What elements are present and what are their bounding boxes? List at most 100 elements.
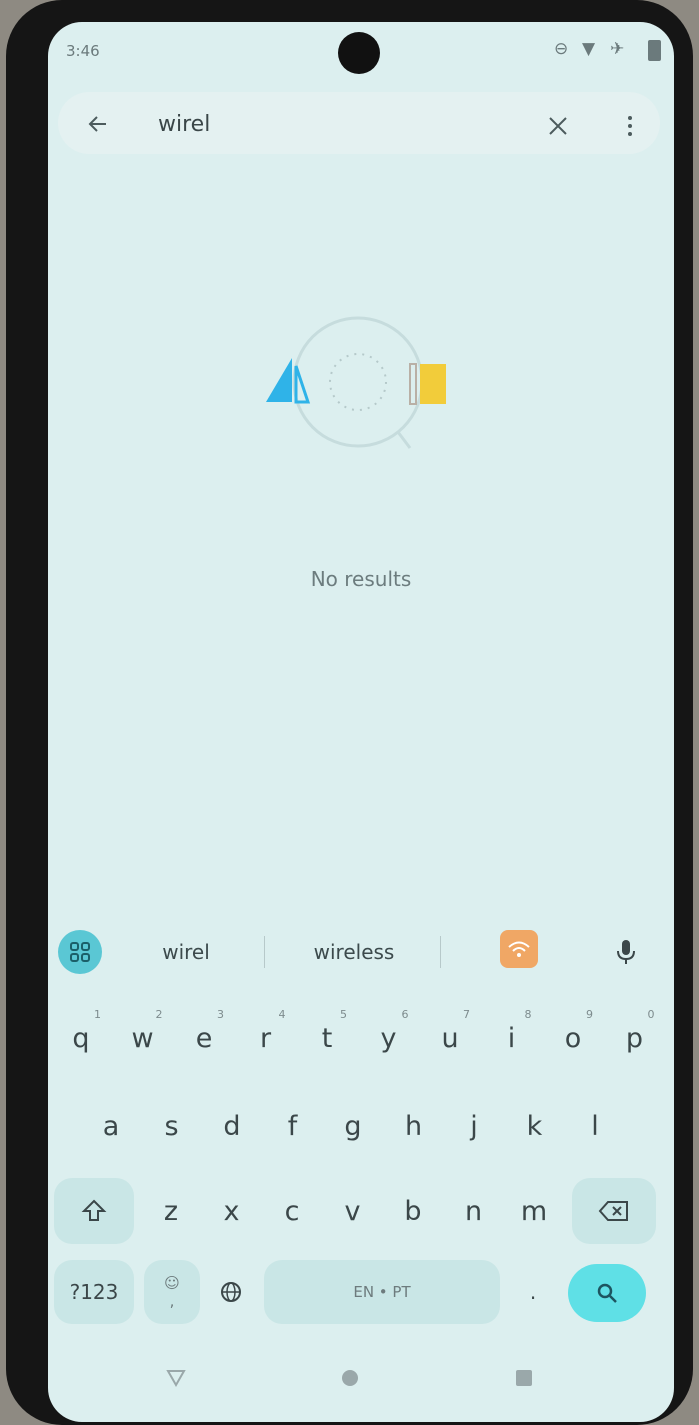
- search-input[interactable]: [148, 104, 538, 144]
- key-r-label: r: [259, 1022, 272, 1054]
- status-time: 3:46: [66, 42, 100, 60]
- key-o[interactable]: o9: [543, 1004, 603, 1072]
- key-x-label: x: [223, 1195, 240, 1227]
- key-r-hint: 4: [278, 1008, 286, 1021]
- key-d[interactable]: d: [202, 1092, 262, 1160]
- key-q[interactable]: q1: [51, 1004, 111, 1072]
- key-l-label: l: [591, 1110, 599, 1142]
- key-t-label: t: [321, 1022, 333, 1054]
- emoji-icon: ☺: [164, 1274, 180, 1292]
- key-v-label: v: [344, 1195, 361, 1227]
- no-results-illustration: [266, 316, 446, 449]
- key-m[interactable]: m: [504, 1178, 564, 1244]
- key-y[interactable]: y6: [359, 1004, 419, 1072]
- airplane-icon: ✈: [610, 39, 625, 59]
- wifi-suggestion-chip[interactable]: [500, 930, 538, 968]
- key-e-hint: 3: [217, 1008, 224, 1021]
- triangle-back-icon: [166, 1370, 186, 1388]
- clear-search-button[interactable]: [540, 106, 576, 146]
- key-g[interactable]: g: [323, 1092, 383, 1160]
- square-recents-icon: [516, 1370, 532, 1386]
- key-p-hint: 0: [647, 1008, 655, 1021]
- key-d-label: d: [223, 1110, 241, 1142]
- phone-frame: 3:46 ⊖ ▼ ✈ wirel No results wirel wirele…: [6, 0, 693, 1425]
- key-r[interactable]: r4: [236, 1004, 296, 1072]
- globe-icon: [221, 1282, 241, 1302]
- key-l[interactable]: l: [565, 1092, 625, 1160]
- key-s[interactable]: s: [142, 1092, 202, 1160]
- nav-back-button[interactable]: [154, 1356, 198, 1400]
- more-vertical-icon: [628, 116, 632, 136]
- suggestion-divider: [264, 936, 265, 968]
- key-y-hint: 6: [401, 1008, 409, 1021]
- key-j[interactable]: j: [444, 1092, 504, 1160]
- key-b-label: b: [404, 1195, 422, 1227]
- key-h[interactable]: h: [384, 1092, 444, 1160]
- wifi-status-icon: ▼: [582, 39, 596, 59]
- key-k-label: k: [526, 1110, 543, 1142]
- period-key[interactable]: .: [508, 1260, 558, 1324]
- shift-icon: [81, 1199, 107, 1221]
- nav-recents-button[interactable]: [502, 1356, 546, 1400]
- key-i-hint: 8: [524, 1008, 532, 1021]
- apps-grid-button[interactable]: [58, 930, 102, 974]
- key-f-label: f: [287, 1110, 298, 1142]
- backspace-icon: [598, 1201, 628, 1221]
- key-v[interactable]: v: [323, 1178, 383, 1244]
- key-a-label: a: [102, 1110, 120, 1142]
- key-z[interactable]: z: [141, 1178, 201, 1244]
- key-u-label: u: [441, 1022, 459, 1054]
- key-f[interactable]: f: [263, 1092, 323, 1160]
- arrow-left-icon: [88, 116, 106, 132]
- comma-label: ,: [169, 1292, 175, 1310]
- key-z-label: z: [163, 1195, 179, 1227]
- key-u[interactable]: u7: [420, 1004, 480, 1072]
- microphone-icon: [617, 940, 635, 964]
- suggestion-divider: [440, 936, 441, 968]
- more-options-button[interactable]: [618, 106, 642, 146]
- key-w-label: w: [131, 1022, 154, 1054]
- suggestion-wirel[interactable]: wirel: [136, 934, 236, 970]
- keyboard: q 1 w 2 e 3 r 4 t 5 y 6 u 7 i 8 o 9 p 0 a s d f g h j k l z x c v b n m ?123…: [48, 992, 674, 1324]
- key-q-label: q: [72, 1022, 90, 1054]
- key-t[interactable]: t5: [297, 1004, 357, 1072]
- backspace-key[interactable]: [572, 1178, 656, 1244]
- key-m-label: m: [520, 1195, 548, 1227]
- suggestion-wireless[interactable]: wireless: [294, 934, 414, 970]
- key-u-hint: 7: [463, 1008, 470, 1021]
- key-c[interactable]: c: [262, 1178, 322, 1244]
- key-t-hint: 5: [340, 1008, 347, 1021]
- camera-cutout: [338, 32, 380, 74]
- keyboard-search-key[interactable]: [568, 1264, 646, 1322]
- shift-key[interactable]: [54, 1178, 134, 1244]
- key-x[interactable]: x: [202, 1178, 262, 1244]
- emoji-comma-key[interactable]: ☺,: [144, 1260, 200, 1324]
- key-o-label: o: [564, 1022, 582, 1054]
- key-i[interactable]: i8: [482, 1004, 542, 1072]
- space-key-label: EN • PT: [353, 1283, 411, 1301]
- no-results-text: No results: [310, 567, 412, 591]
- key-b[interactable]: b: [383, 1178, 443, 1244]
- screen: 3:46 ⊖ ▼ ✈ wirel No results wirel wirele…: [48, 22, 674, 1422]
- key-n-label: n: [464, 1195, 483, 1227]
- battery-icon: [648, 40, 661, 61]
- key-p[interactable]: p0: [605, 1004, 665, 1072]
- key-o-hint: 9: [586, 1008, 593, 1021]
- key-n[interactable]: n: [444, 1178, 504, 1244]
- apps-grid-icon: [70, 942, 90, 962]
- symbols-key-label: ?123: [69, 1280, 119, 1304]
- key-w[interactable]: w2: [113, 1004, 173, 1072]
- circle-home-icon: [342, 1370, 358, 1386]
- space-key[interactable]: EN • PT: [264, 1260, 500, 1324]
- globe-key[interactable]: [206, 1260, 256, 1324]
- nav-home-button[interactable]: [328, 1356, 372, 1400]
- key-s-label: s: [164, 1110, 179, 1142]
- key-e[interactable]: e3: [174, 1004, 234, 1072]
- back-button[interactable]: [80, 104, 116, 144]
- key-i-label: i: [507, 1022, 516, 1054]
- key-e-label: e: [195, 1022, 213, 1054]
- key-a[interactable]: a: [81, 1092, 141, 1160]
- key-k[interactable]: k: [505, 1092, 565, 1160]
- symbols-key[interactable]: ?123: [54, 1260, 134, 1324]
- voice-input-button[interactable]: [604, 930, 648, 974]
